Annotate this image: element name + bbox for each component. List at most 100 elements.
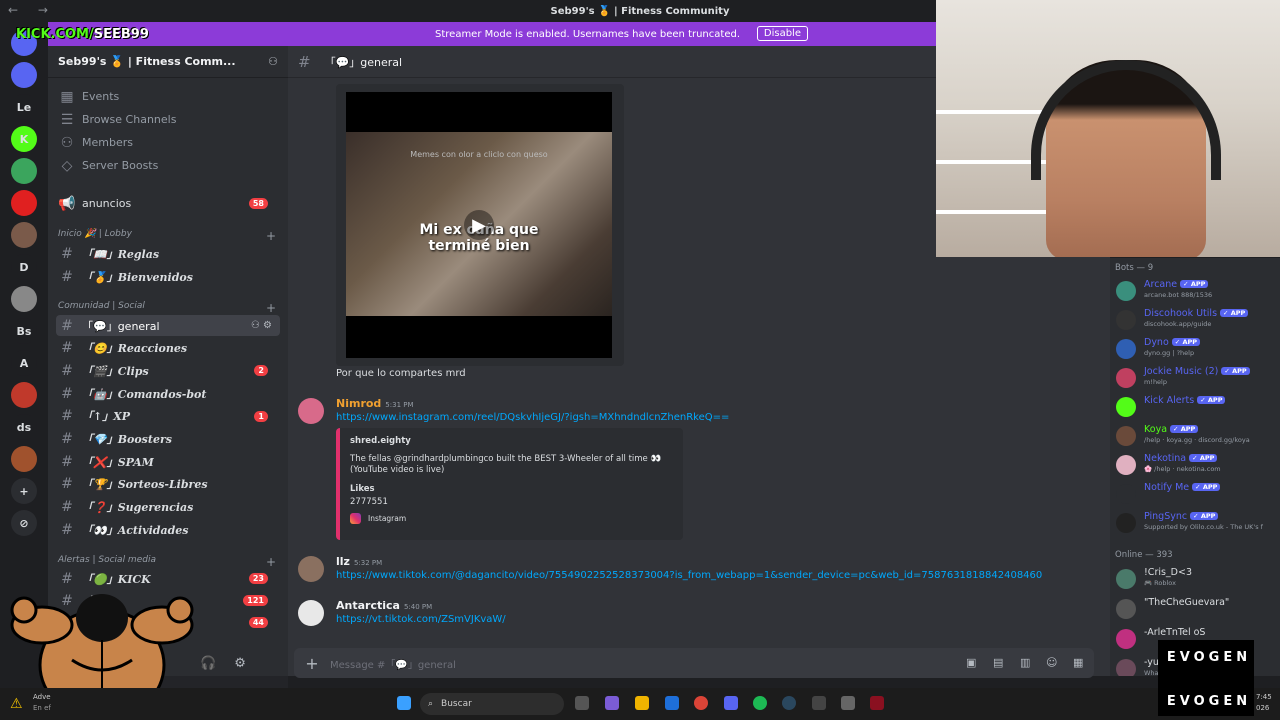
channel-settings-icon[interactable]: ⚇ ⚙ [251,320,272,331]
server-icon[interactable]: K [11,126,37,152]
server-icon[interactable] [11,286,37,312]
member-item[interactable]: Koya ✓ APP/help · koya.gg · discord.gg/ko… [1114,423,1280,449]
channel-item[interactable]: # 「😊」Reacciones [56,338,280,359]
nav-arrows[interactable]: ← → [8,3,56,17]
message-author[interactable]: Nimrod 5:31 PM [336,397,414,410]
message-link[interactable]: https://vt.tiktok.com/ZSmVJKvaW/ [336,614,506,625]
author-name[interactable]: Nimrod [336,397,381,410]
member-item[interactable]: !Cris_D<3 🎮 Roblox [1114,566,1280,592]
clock-time[interactable]: 7:45 [1256,693,1272,701]
app-icon[interactable] [841,696,855,710]
app-icon[interactable] [870,696,884,710]
category-social[interactable]: Comunidad | Social + [58,301,276,315]
gif-icon[interactable]: ▤ [993,656,1003,669]
channel-item[interactable]: # 「💎」Boosters [56,429,280,450]
channel-item[interactable]: # 「💬」general ⚇ ⚙ [56,315,280,336]
add-member-icon[interactable]: ⚇ [268,55,278,68]
gift-icon[interactable]: ▣ [966,656,976,669]
menu-members[interactable]: ⚇ Members [56,132,280,153]
channel-item[interactable]: # 「❌」SPAM [56,451,280,472]
server-icon[interactable]: Bs [11,318,37,344]
channel-item[interactable]: # 「❓」Sugerencias [56,497,280,518]
avatar[interactable] [298,600,324,626]
chrome-icon[interactable] [694,696,708,710]
member-item[interactable]: "TheCheGuevara" [1114,596,1280,622]
app-icon[interactable] [605,696,619,710]
store-icon[interactable] [665,696,679,710]
server-icon[interactable]: A [11,350,37,376]
add-channel-icon[interactable]: + [266,301,276,315]
server-icon[interactable]: Le [11,94,37,120]
embed-title[interactable]: shred.eighty [350,436,673,446]
weather-icon[interactable]: ⚠ [10,696,23,712]
channel-item[interactable]: # 「↑」XP 1 [56,406,280,427]
server-icon[interactable] [11,382,37,408]
server-icon[interactable] [11,190,37,216]
menu-server-boosts[interactable]: ◇ Server Boosts [56,155,280,176]
upload-plus-icon[interactable]: + [294,654,330,673]
gear-icon[interactable]: ⚙ [234,656,246,671]
member-item[interactable]: Jockie Music (2) ✓ APP m!help [1114,365,1280,391]
server-header[interactable]: Seb99's 🏅 | Fitness Comm... ⚇ [48,46,288,78]
member-name-text: Discohook Utils [1144,308,1218,319]
disable-button[interactable]: Disable [756,26,808,41]
channel-item[interactable]: # 「🏆」Sorteos-Libres [56,474,280,495]
channel-item[interactable]: # 「🎬」Clips 2 [56,360,280,381]
message-input[interactable]: Message #「💬」general [330,656,456,671]
menu-events[interactable]: ▦ Events [56,86,280,107]
channel-item[interactable]: # 「🤖」Comandos-bot [56,383,280,404]
member-name-text: -yu [1144,657,1159,668]
channel-item[interactable]: # 「📖」Reglas [56,243,280,264]
category-alerts[interactable]: Alertas | Social media + [58,555,276,569]
task-view-icon[interactable] [575,696,589,710]
server-icon[interactable]: ds [11,414,37,440]
author-name[interactable]: Antarctica [336,599,400,612]
server-icon[interactable] [11,62,37,88]
steam-icon[interactable] [782,696,796,710]
message-composer[interactable]: + Message #「💬」general ▣ ▤ ▥ ☺ ▦ [294,648,1094,678]
channel-item[interactable]: # 「👀」Actividades [56,519,280,540]
clock-date[interactable]: 026 [1256,704,1269,712]
server-icon[interactable] [11,446,37,472]
windows-start-icon[interactable] [397,696,411,710]
taskbar-search[interactable]: ⌕ Buscar [420,693,564,715]
message-link[interactable]: https://www.instagram.com/reel/DQskvhIje… [336,412,729,423]
category-lobby[interactable]: Inicio 🎉 | Lobby + [58,229,276,243]
message-author[interactable]: llz 5:32 PM [336,555,382,568]
avatar [1116,310,1136,330]
channel-anuncios[interactable]: 📢 anuncios 58 [56,193,280,214]
member-item[interactable]: Dyno ✓ APP dyno.gg | ?help [1114,336,1280,362]
menu-browse-channels[interactable]: ☰ Browse Channels [56,109,280,130]
apps-icon[interactable]: ▦ [1073,656,1083,669]
avatar[interactable] [298,398,324,424]
member-item[interactable]: Kick Alerts ✓ APP [1114,394,1280,420]
member-item[interactable]: Notify Me ✓ APP [1114,481,1280,507]
video-embed[interactable]: Memes con olor a cliclo con queso Mi ex … [336,84,624,366]
server-icon[interactable]: ⊘ [11,510,37,536]
obs-icon[interactable] [812,696,826,710]
member-item[interactable]: PingSync ✓ APP Supported by Olilo.co.uk - … [1114,510,1280,536]
member-item[interactable]: Nekotina ✓ APP 🌸 /help · nekotina.com [1114,452,1280,478]
spotify-icon[interactable] [753,696,767,710]
discord-icon[interactable] [724,696,738,710]
message-link[interactable]: https://www.tiktok.com/@dagancito/video/… [336,570,1042,581]
avatar[interactable] [298,556,324,582]
message-author[interactable]: Antarctica 5:40 PM [336,599,432,612]
video-frame[interactable]: Memes con olor a cliclo con queso Mi ex … [346,92,612,358]
server-icon[interactable] [11,158,37,184]
server-icon[interactable]: + [11,478,37,504]
channel-item[interactable]: # 「🏅」Bienvenidos [56,266,280,287]
file-explorer-icon[interactable] [635,696,649,710]
member-item[interactable]: Discohook Utils ✓ APP discohook.app/guide [1114,307,1280,333]
server-name: Seb99's 🏅 | Fitness Comm... [58,55,236,68]
author-name[interactable]: llz [336,555,350,568]
headphones-icon[interactable]: 🎧 [200,656,216,671]
play-icon[interactable]: ▶ [464,210,494,240]
server-icon[interactable]: D [11,254,37,280]
member-item[interactable]: Arcane ✓ APP arcane.bot 888/1536 [1114,278,1280,304]
add-channel-icon[interactable]: + [266,555,276,569]
server-icon[interactable] [11,222,37,248]
sticker-icon[interactable]: ▥ [1020,656,1030,669]
add-channel-icon[interactable]: + [266,229,276,243]
emoji-icon[interactable]: ☺ [1046,656,1057,669]
